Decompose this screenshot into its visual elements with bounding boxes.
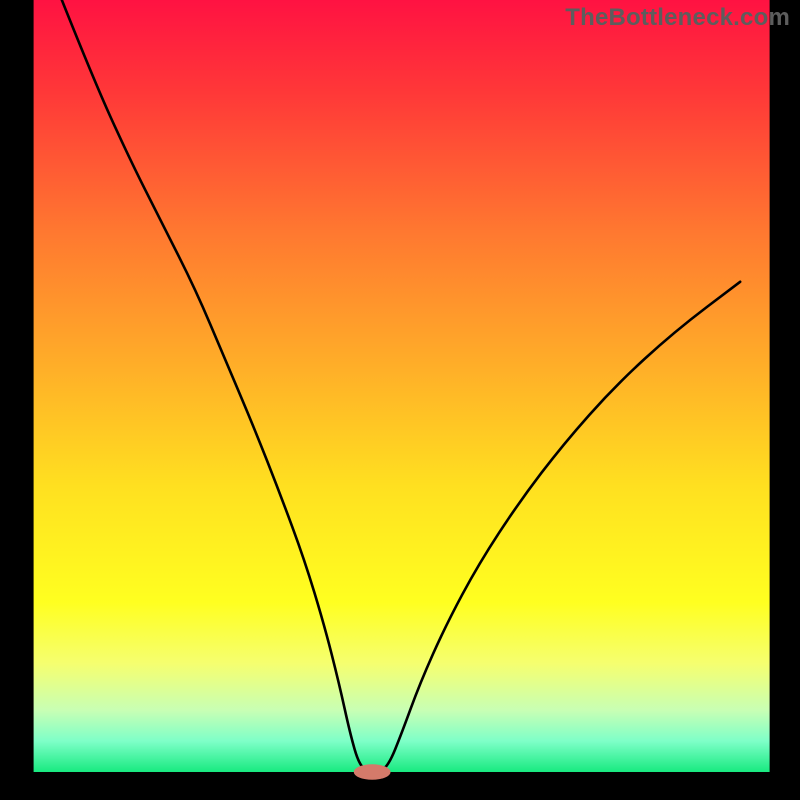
watermark: TheBottleneck.com: [565, 4, 790, 32]
bottleneck-chart: [0, 0, 800, 800]
plot-background: [34, 0, 770, 772]
optimal-point-marker: [354, 764, 391, 779]
chart-container: TheBottleneck.com: [0, 0, 800, 800]
